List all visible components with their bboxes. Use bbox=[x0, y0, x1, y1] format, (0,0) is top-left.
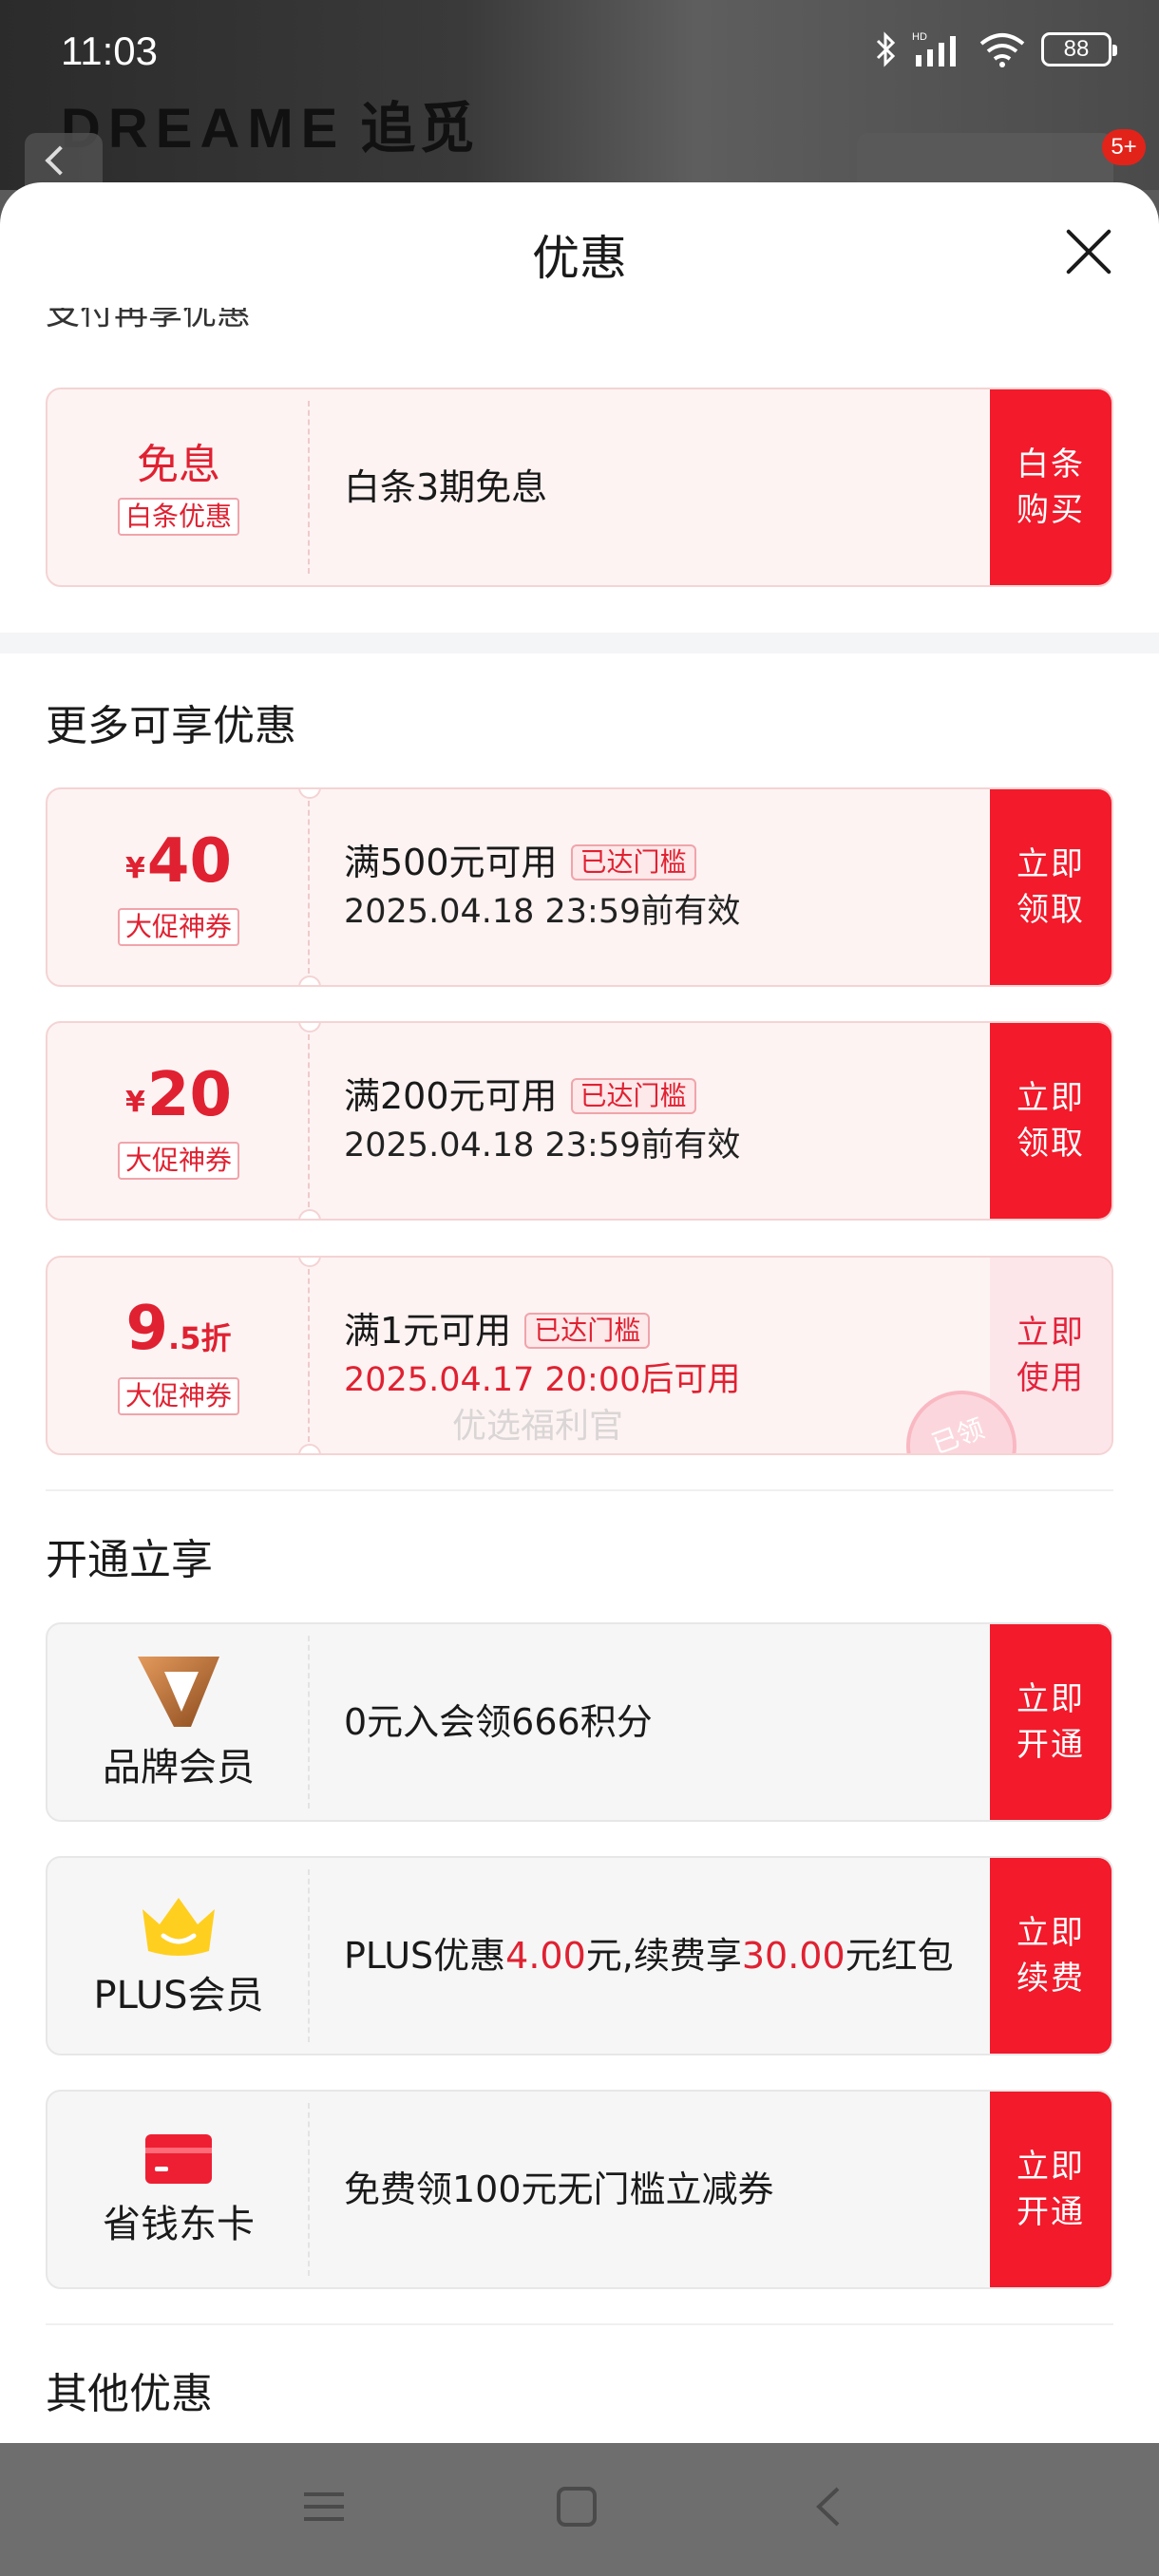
status-icons: HD 88 bbox=[874, 30, 1117, 68]
claim-coupon-button[interactable]: 立即 领取 bbox=[990, 1023, 1112, 1219]
divider bbox=[46, 1489, 1113, 1491]
coupon-discount: 9.5折 bbox=[125, 1294, 232, 1364]
back-button[interactable] bbox=[25, 133, 103, 190]
crown-icon bbox=[142, 1898, 215, 1956]
sheet-title: 优惠 bbox=[532, 231, 627, 286]
top-action-bar[interactable] bbox=[857, 133, 1113, 190]
other-discounts-title: 其他优惠 bbox=[46, 2370, 213, 2418]
battery-indicator: 88 bbox=[1041, 32, 1117, 66]
discount-sheet: 优惠 支付再享优惠 免息 白条优惠 白条3期免息 白条 购买 更多可享优惠 ¥4… bbox=[0, 182, 1159, 2443]
baitiao-interest-free-card: 免息 白条优惠 白条3期免息 白条 购买 bbox=[46, 388, 1113, 587]
signal-icon: HD bbox=[912, 31, 956, 66]
baitiao-buy-button[interactable]: 白条 购买 bbox=[990, 389, 1112, 585]
coupon-condition: 满1元可用 bbox=[344, 1310, 512, 1352]
bluetooth-icon bbox=[876, 31, 896, 67]
threshold-badge: 已达门槛 bbox=[570, 1078, 696, 1114]
section-separator bbox=[0, 633, 1159, 653]
coupon-validity: 2025.04.17 20:00后可用 bbox=[344, 1361, 741, 1399]
coupon-card: ¥40 大促神券 满500元可用 已达门槛 2025.04.18 23:59前有效… bbox=[46, 787, 1113, 987]
payment-section-title: 支付再享优惠 bbox=[46, 308, 252, 332]
member-label: 品牌会员 bbox=[103, 1746, 255, 1790]
status-time: 11:03 bbox=[61, 28, 158, 73]
menu-icon[interactable] bbox=[302, 2485, 346, 2529]
close-icon[interactable] bbox=[1064, 228, 1112, 275]
open-brand-member-button[interactable]: 立即 开通 bbox=[990, 1624, 1112, 1820]
member-label: 省钱东卡 bbox=[103, 2203, 255, 2246]
coupon-validity: 2025.04.18 23:59前有效 bbox=[344, 1127, 741, 1165]
brand-member-card: 品牌会员 0元入会领666积分 立即 开通 bbox=[46, 1622, 1113, 1822]
member-desc: PLUS优惠4.00元,续费享30.00元红包 bbox=[344, 1935, 954, 1977]
member-desc: 0元入会领666积分 bbox=[344, 1701, 653, 1743]
coupon-card: ¥20 大促神券 满200元可用 已达门槛 2025.04.18 23:59前有效… bbox=[46, 1021, 1113, 1221]
coupon-tag: 大促神券 bbox=[117, 1142, 239, 1180]
baitiao-tag: 白条优惠 bbox=[117, 498, 239, 536]
open-savings-card-button[interactable]: 立即 开通 bbox=[990, 2092, 1112, 2287]
coupon-amount: ¥40 bbox=[125, 826, 232, 897]
member-desc: 免费领100元无门槛立减券 bbox=[344, 2169, 774, 2210]
baitiao-left: 免息 白条优惠 bbox=[48, 389, 310, 585]
brand-v-icon bbox=[138, 1657, 219, 1727]
system-nav-bar bbox=[0, 2443, 1159, 2576]
plus-member-card: PLUS会员 PLUS优惠4.00元,续费享30.00元红包 立即 续费 bbox=[46, 1856, 1113, 2055]
coupon-tag: 大促神券 bbox=[117, 1377, 239, 1415]
baitiao-desc: 白条3期免息 bbox=[344, 466, 548, 508]
member-label: PLUS会员 bbox=[93, 1974, 264, 2017]
background-app-header: 11:03 HD 88 DREAME 追觅 5+ bbox=[0, 0, 1159, 190]
coupon-amount: ¥20 bbox=[125, 1060, 232, 1130]
open-membership-title: 开通立享 bbox=[46, 1536, 213, 1584]
svg-text:HD: HD bbox=[912, 31, 927, 43]
more-discounts-title: 更多可享优惠 bbox=[46, 702, 296, 750]
savings-card-member-card: 省钱东卡 免费领100元无门槛立减券 立即 开通 bbox=[46, 2090, 1113, 2289]
message-badge: 5+ bbox=[1102, 129, 1146, 165]
card-icon bbox=[145, 2134, 212, 2184]
divider bbox=[46, 2323, 1113, 2325]
baitiao-buy-label: 白条 购买 bbox=[1016, 445, 1085, 529]
renew-plus-button[interactable]: 立即 续费 bbox=[990, 1858, 1112, 2054]
threshold-badge: 已达门槛 bbox=[570, 844, 696, 881]
brand-logo: DREAME 追觅 bbox=[61, 98, 479, 160]
chevron-left-icon bbox=[45, 145, 75, 176]
watermark-text: 优选福利官 bbox=[452, 1407, 624, 1446]
wifi-icon bbox=[979, 33, 1025, 67]
claim-coupon-button[interactable]: 立即 领取 bbox=[990, 789, 1112, 985]
threshold-badge: 已达门槛 bbox=[524, 1313, 651, 1349]
interest-free-label: 免息 bbox=[137, 441, 220, 489]
coupon-tag: 大促神券 bbox=[117, 908, 239, 946]
back-icon[interactable] bbox=[808, 2485, 851, 2529]
home-icon[interactable] bbox=[555, 2485, 598, 2529]
coupon-condition: 满200元可用 bbox=[344, 1075, 558, 1117]
coupon-condition: 满500元可用 bbox=[344, 842, 558, 883]
coupon-validity: 2025.04.18 23:59前有效 bbox=[344, 893, 741, 931]
